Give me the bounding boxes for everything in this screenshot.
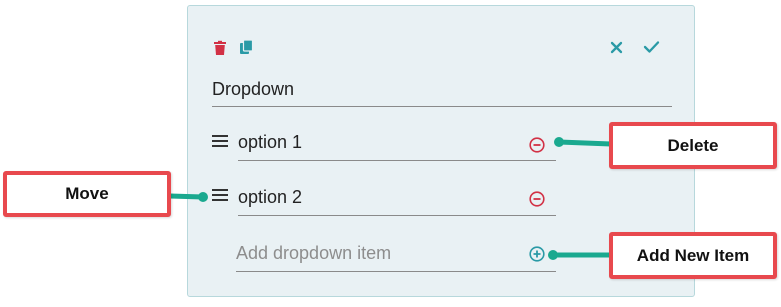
dropdown-title-input[interactable]: Dropdown [212, 77, 672, 107]
move-callout-label: Move [65, 184, 109, 203]
minus-circle-icon[interactable] [529, 191, 545, 207]
delete-callout-label: Delete [667, 135, 719, 155]
check-icon[interactable] [643, 40, 660, 54]
add-item-placeholder: Add dropdown item [236, 243, 392, 263]
option-label: option 1 [238, 132, 303, 152]
drag-handle-icon[interactable] [212, 134, 228, 148]
plus-circle-icon[interactable] [529, 246, 545, 262]
delete-callout: Delete [609, 122, 777, 169]
close-icon[interactable] [610, 41, 623, 54]
add-dropdown-item-input[interactable]: Add dropdown item [236, 240, 556, 272]
minus-circle-icon[interactable] [529, 137, 545, 153]
dropdown-title-value: Dropdown [212, 79, 295, 99]
add-new-item-callout-label: Add New Item [636, 245, 750, 265]
option-input-1[interactable]: option 1 [238, 129, 556, 161]
option-label: option 2 [238, 187, 303, 207]
drag-handle-icon[interactable] [212, 188, 228, 202]
trash-icon[interactable] [212, 40, 228, 56]
option-input-2[interactable]: option 2 [238, 184, 556, 216]
add-new-item-callout: Add New Item [609, 232, 777, 279]
move-callout: Move [3, 171, 171, 217]
copy-icon[interactable] [238, 39, 255, 56]
